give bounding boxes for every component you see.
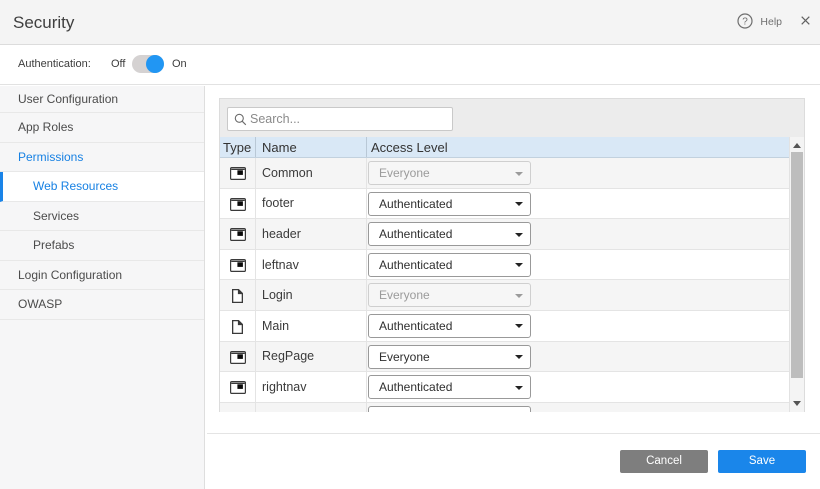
svg-text:?: ?: [743, 17, 749, 28]
